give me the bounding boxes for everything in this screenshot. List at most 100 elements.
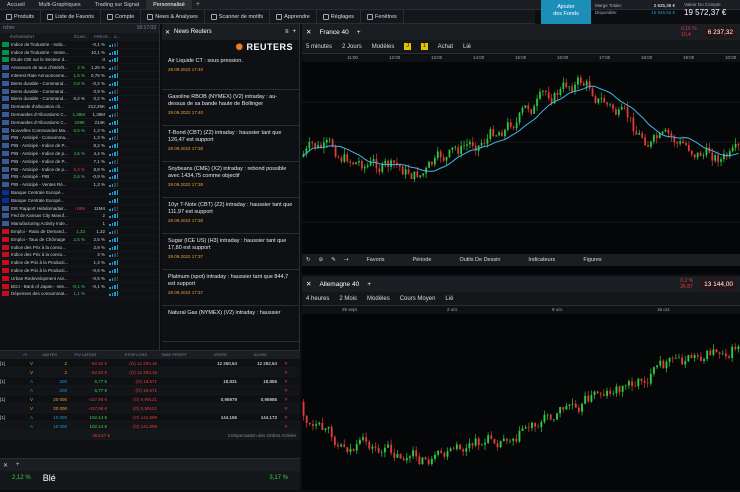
calendar-row[interactable]: Demandes d'Allocations C... 1,38M 1,38M <box>0 111 159 119</box>
calendar-row[interactable]: Urban Redevelopment Aut... -0,5 % <box>0 275 159 283</box>
calendar-row[interactable]: Indice de l'industrie - Vente... 10,1 % <box>0 49 159 57</box>
chart1-interval[interactable]: 5 minutes <box>306 44 332 50</box>
position-row[interactable]: [1] V 2 -62,92 € (O) 12 293,16 12 260,64 12 26… <box>0 359 300 368</box>
chart2-average-price[interactable]: Cours Moyen <box>400 296 436 302</box>
chart2-add-icon[interactable]: + <box>367 281 371 288</box>
top-tab-1[interactable]: Multi-Graphiques <box>32 0 88 10</box>
top-tab-2[interactable]: Trading sur Signal <box>88 0 146 10</box>
toolbar-button-4[interactable]: Scanner de motifs <box>205 9 271 24</box>
calendar-row[interactable]: Emploi - Ratio de Demand... 1,33 1,32 <box>0 228 159 236</box>
positions-col-2[interactable]: P/V LATENT <box>60 351 100 359</box>
positions-col-1[interactable]: UNITÉS <box>30 351 60 359</box>
calendar-row[interactable]: Nouvelles Commandes Ma... 0,5 % 1,3 % <box>0 127 159 135</box>
calendar-row[interactable]: BOJ - Bank of Japan - Inte... -0,1 % -0,1 … <box>0 283 159 291</box>
calendar-row[interactable]: PIB - Anticipé - Consomma... 1,3 % <box>0 135 159 143</box>
news-item[interactable]: Soybeans (CME) (X2) intraday : rebond po… <box>162 162 299 198</box>
chart1-title[interactable]: France 40 <box>319 29 348 36</box>
positions-col-0[interactable]: /V <box>0 351 30 359</box>
calendar-row[interactable]: Emploi - Taux de Chômage 2,5 % 2,5 % <box>0 236 159 244</box>
close-position-icon[interactable]: ✕ <box>280 386 292 394</box>
news-add-icon[interactable]: + <box>292 29 296 35</box>
chart1-bottom-3[interactable]: Indicateurs <box>514 257 569 263</box>
chart2-linked[interactable]: Lié <box>445 296 453 302</box>
calendar-row[interactable]: Indice des Prix à la conso... 2,8 % <box>0 244 159 252</box>
chart1-close-icon[interactable]: ✕ <box>306 28 311 36</box>
toolbar-button-1[interactable]: Liste de Favoris <box>41 9 102 24</box>
chart1-period[interactable]: 2 Jours <box>342 44 362 50</box>
positions-col-6[interactable]: ACHAT <box>230 351 270 359</box>
add-funds-button[interactable]: Ajouter des Fonds <box>541 0 591 24</box>
calendar-row[interactable]: Biens durable - Command... 0,9 % <box>0 88 159 96</box>
calendar-row[interactable]: Indice de l'industrie - Indic... -0,1 % <box>0 41 159 49</box>
chart1-badge-j[interactable]: J <box>404 43 411 50</box>
positions-col-3[interactable]: STOP LOSS <box>100 351 150 359</box>
position-row[interactable]: [1] V 20 000 -417,98 € (O) 0,99121 0,96979 0,9… <box>0 395 300 404</box>
chart1-bottom-0[interactable]: Favoris <box>352 257 398 263</box>
calendar-row[interactable]: Banque Centrale Europé... <box>0 197 159 205</box>
chart1-bottom-4[interactable]: Figures <box>569 257 615 263</box>
close-icon[interactable]: ✕ <box>3 462 8 469</box>
close-position-icon[interactable]: ✕ <box>280 422 292 430</box>
calendar-row[interactable]: Biens durable - Command... 0,8 % -0,2 % <box>0 80 159 88</box>
news-item[interactable]: Air Liquide CT : sous pression. 28.09.202… <box>162 54 299 90</box>
chart1-linked[interactable]: Lié <box>463 44 471 50</box>
news-item[interactable]: Natural Gas (NYMEX) (V2) intraday : haus… <box>162 306 299 342</box>
position-row[interactable]: V 20 000 -417,98 € (O) 0,99121 ✕ <box>0 404 300 413</box>
chart1-models[interactable]: Modèles <box>372 44 395 50</box>
calendar-row[interactable]: EIE Rapport Hebdomadair... -18M 11M4 <box>0 205 159 213</box>
top-tab-3[interactable]: Personnalisé <box>146 0 192 10</box>
close-position-icon[interactable]: ✕ <box>280 413 292 421</box>
instrument-name[interactable]: Blé <box>43 473 56 483</box>
calendar-row[interactable]: Indice de Prix à la Producti... 1,4 % <box>0 259 159 268</box>
close-position-icon[interactable]: ✕ <box>280 404 292 412</box>
calendar-row[interactable]: PIB - Anticipé - Indice de P... 8,2 % <box>0 142 159 151</box>
position-row[interactable]: [1] A 200 6,77 € (O) 18,571 18,831 18,856 ✕ <box>0 377 300 386</box>
close-position-icon[interactable]: ✕ <box>280 359 292 367</box>
calendar-row[interactable]: PIB - Anticipé - Indice de p... 4,5 % 4,4 … <box>0 150 159 158</box>
calendar-row[interactable]: Dépenses des consommat... 1,1 % <box>0 291 159 299</box>
calendar-search[interactable]: rcher <box>3 24 14 33</box>
chart1-tool-icon-1[interactable]: ⊘ <box>315 257 328 263</box>
calendar-row[interactable]: PIB - Anticipé - PIB 2,6 % -0,9 % <box>0 174 159 182</box>
news-item[interactable]: T-Bond (CBT) (Z2) intraday : haussier ta… <box>162 126 299 162</box>
calendar-row[interactable]: Fed de Kansas City Manuf... 2 <box>0 213 159 221</box>
toolbar-button-6[interactable]: Réglages <box>317 9 362 24</box>
col-gap[interactable]: ÉCAR... <box>74 33 94 41</box>
calendar-row[interactable]: Manufacturing Activity Inde... 1 <box>0 220 159 229</box>
news-item[interactable]: 10yr T-Note (CBT) (Z2) intraday : haussi… <box>162 198 299 234</box>
account-value[interactable]: Valeur Du Compte 19 572,37 € <box>684 2 740 22</box>
chart2-interval[interactable]: 4 heures <box>306 296 329 302</box>
chart1-buy[interactable]: Achat <box>438 44 453 50</box>
chart1-bottom-2[interactable]: Outils De Dessin <box>445 257 514 263</box>
calendar-row[interactable]: Interest Rate Announceme... 1,5 % 0,75 % <box>0 72 159 80</box>
calendar-row[interactable]: Indice de Prix à la Producti... -0,6 % <box>0 267 159 275</box>
news-item[interactable]: Gasoline RBOB (NYMEX) (V2) intraday : au… <box>162 90 299 126</box>
toolbar-button-5[interactable]: Apprendre <box>270 9 317 24</box>
calendar-row[interactable]: Étude CBI sur le Secteur d... -3 <box>0 57 159 65</box>
positions-col-5[interactable]: VENTE <box>190 351 230 359</box>
news-item[interactable]: Platinum (spot) intraday : haussier tant… <box>162 270 299 306</box>
chart1-tool-icon-2[interactable]: ✎ <box>327 257 340 263</box>
add-tab-icon[interactable]: + <box>192 1 204 8</box>
toolbar-button-3[interactable]: News & Analyses <box>141 9 205 24</box>
calendar-row[interactable]: Demandes d'Allocations C... 229K 214K <box>0 119 159 127</box>
news-menu-icon[interactable]: ≡ <box>285 29 289 35</box>
col-previous[interactable]: PRÉCÉ... <box>94 33 114 41</box>
chart2-title[interactable]: Allemagne 40 <box>319 281 359 288</box>
calendar-row[interactable]: PIB - Anticipé - Indice de p... 5,3 % 8,8 … <box>0 166 159 174</box>
chart1-bottom-1[interactable]: Période <box>398 257 445 263</box>
chart1-plot[interactable] <box>302 62 740 252</box>
close-position-icon[interactable]: ✕ <box>280 377 292 385</box>
calendar-row[interactable]: Biens durable - Command... 0,2 % 0,2 % <box>0 96 159 104</box>
close-position-icon[interactable]: ✕ <box>280 395 292 403</box>
position-row[interactable]: V 2 -62,92 € (O) 12 293,16 ✕ <box>0 368 300 377</box>
positions-col-4[interactable]: TAKE PROFIT <box>150 351 190 359</box>
chart1-tool-icon-0[interactable]: ↻ <box>302 257 315 263</box>
top-tab-0[interactable]: Accueil <box>0 0 32 10</box>
chart2-period[interactable]: 2 Mois <box>339 296 357 302</box>
calendar-row[interactable]: Demande d'allocation ch... 212,25K <box>0 103 159 112</box>
chart1-add-icon[interactable]: + <box>357 29 361 36</box>
col-event[interactable]: ÉVÉNEMENT <box>0 33 74 41</box>
chart2-close-icon[interactable]: ✕ <box>306 280 311 288</box>
chart2-models[interactable]: Modèles <box>367 296 390 302</box>
